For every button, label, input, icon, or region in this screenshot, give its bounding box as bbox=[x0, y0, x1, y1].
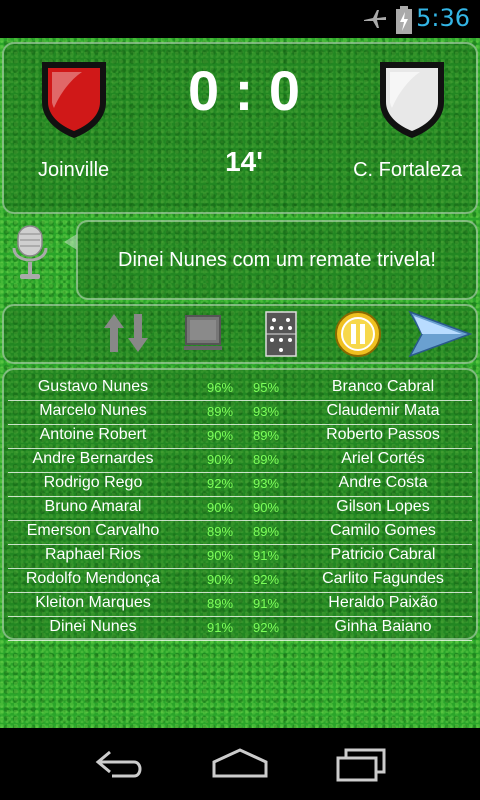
away-player-name: Carlito Fagundes bbox=[322, 570, 444, 587]
away-player-name: Heraldo Paixão bbox=[328, 594, 438, 611]
tactics-board-icon[interactable] bbox=[182, 310, 226, 356]
away-player-rating: 91% bbox=[252, 548, 280, 563]
home-player-name: Bruno Amaral bbox=[44, 498, 142, 515]
table-row[interactable]: Antoine Robert 90% 89% Roberto Passos bbox=[8, 424, 472, 449]
pause-button-icon[interactable] bbox=[334, 310, 382, 358]
recent-apps-icon[interactable] bbox=[334, 746, 390, 782]
match-minute: 14' bbox=[225, 146, 263, 177]
battery-charging-icon bbox=[396, 6, 412, 34]
home-team-name: Joinville bbox=[38, 159, 110, 181]
away-player-rating: 95% bbox=[252, 380, 280, 395]
home-player-rating: 90% bbox=[206, 500, 234, 515]
away-player-name: Roberto Passos bbox=[326, 426, 440, 443]
score: 0 : 0 bbox=[187, 59, 301, 122]
home-team-shield-icon bbox=[42, 62, 106, 138]
away-player-rating: 90% bbox=[252, 500, 280, 515]
home-player-name: Dinei Nunes bbox=[49, 618, 137, 635]
table-row[interactable]: Bruno Amaral 90% 90% Gilson Lopes bbox=[8, 496, 472, 521]
table-row[interactable]: Emerson Carvalho 89% 89% Camilo Gomes bbox=[8, 520, 472, 545]
back-icon[interactable] bbox=[92, 746, 148, 782]
away-player-name: Gilson Lopes bbox=[336, 498, 430, 515]
table-row[interactable]: Raphael Rios 90% 91% Patricio Cabral bbox=[8, 544, 472, 569]
table-row[interactable]: Dinei Nunes 91% 92% Ginha Baiano bbox=[8, 616, 472, 641]
table-row[interactable]: Andre Bernardes 90% 89% Ariel Cortés bbox=[8, 448, 472, 473]
microphone-icon bbox=[12, 225, 48, 279]
table-row[interactable]: Rodrigo Rego 92% 93% Andre Costa bbox=[8, 472, 472, 497]
away-player-name: Andre Costa bbox=[338, 474, 428, 491]
status-bar: 5:36 bbox=[0, 0, 480, 38]
home-player-rating: 90% bbox=[206, 572, 234, 587]
play-next-icon[interactable] bbox=[408, 310, 472, 358]
home-player-rating: 92% bbox=[206, 476, 234, 491]
away-player-rating: 93% bbox=[252, 476, 280, 491]
away-player-rating: 89% bbox=[252, 428, 280, 443]
pitch-background: 0 : 0 14' Joinville C. Fortaleza Dinei N… bbox=[0, 38, 480, 728]
away-player-name: Patricio Cabral bbox=[330, 546, 436, 563]
commentary-text: Dinei Nunes com um remate trivela! bbox=[76, 220, 478, 300]
home-player-name: Antoine Robert bbox=[39, 426, 147, 443]
away-player-name: Ariel Cortés bbox=[341, 450, 425, 467]
scoreboard-panel: 0 : 0 14' Joinville C. Fortaleza bbox=[2, 42, 478, 214]
away-player-rating: 92% bbox=[252, 620, 280, 635]
home-player-rating: 89% bbox=[206, 596, 234, 611]
airplane-mode-icon bbox=[364, 10, 386, 28]
match-controls-panel bbox=[2, 304, 478, 364]
away-player-name: Ginha Baiano bbox=[334, 618, 432, 635]
away-player-rating: 89% bbox=[252, 524, 280, 539]
home-player-name: Raphael Rios bbox=[44, 546, 142, 563]
formation-field-icon[interactable] bbox=[264, 310, 298, 358]
home-player-name: Andre Bernardes bbox=[32, 450, 154, 467]
home-player-rating: 90% bbox=[206, 548, 234, 563]
away-player-rating: 91% bbox=[252, 596, 280, 611]
table-row[interactable]: Marcelo Nunes 89% 93% Claudemir Mata bbox=[8, 400, 472, 425]
home-player-name: Kleiton Marques bbox=[35, 594, 151, 611]
away-player-name: Camilo Gomes bbox=[330, 522, 436, 539]
away-player-name: Claudemir Mata bbox=[326, 402, 440, 419]
home-player-rating: 96% bbox=[206, 380, 234, 395]
home-player-rating: 90% bbox=[206, 428, 234, 443]
navigation-bar bbox=[0, 728, 480, 800]
table-row[interactable]: Kleiton Marques 89% 91% Heraldo Paixão bbox=[8, 592, 472, 617]
home-player-name: Gustavo Nunes bbox=[37, 378, 149, 395]
away-player-rating: 89% bbox=[252, 452, 280, 467]
home-player-name: Marcelo Nunes bbox=[39, 402, 147, 419]
home-player-rating: 89% bbox=[206, 524, 234, 539]
clock: 5:36 bbox=[416, 4, 470, 32]
home-player-rating: 91% bbox=[206, 620, 234, 635]
home-player-rating: 90% bbox=[206, 452, 234, 467]
home-player-name: Emerson Carvalho bbox=[26, 522, 160, 539]
away-team-name: C. Fortaleza bbox=[353, 159, 462, 181]
substitution-arrows-icon[interactable] bbox=[100, 310, 152, 356]
away-team-shield-icon bbox=[380, 62, 444, 138]
table-row[interactable]: Gustavo Nunes 96% 95% Branco Cabral bbox=[8, 376, 472, 401]
home-player-rating: 89% bbox=[206, 404, 234, 419]
home-player-name: Rodolfo Mendonça bbox=[25, 570, 161, 587]
away-player-name: Branco Cabral bbox=[331, 378, 435, 395]
away-player-rating: 92% bbox=[252, 572, 280, 587]
table-row[interactable]: Rodolfo Mendonça 90% 92% Carlito Fagundes bbox=[8, 568, 472, 593]
home-icon[interactable] bbox=[210, 746, 270, 782]
away-player-rating: 93% bbox=[252, 404, 280, 419]
player-ratings-table: Gustavo Nunes 96% 95% Branco Cabral Marcelo … bbox=[2, 368, 478, 641]
home-player-name: Rodrigo Rego bbox=[43, 474, 143, 491]
